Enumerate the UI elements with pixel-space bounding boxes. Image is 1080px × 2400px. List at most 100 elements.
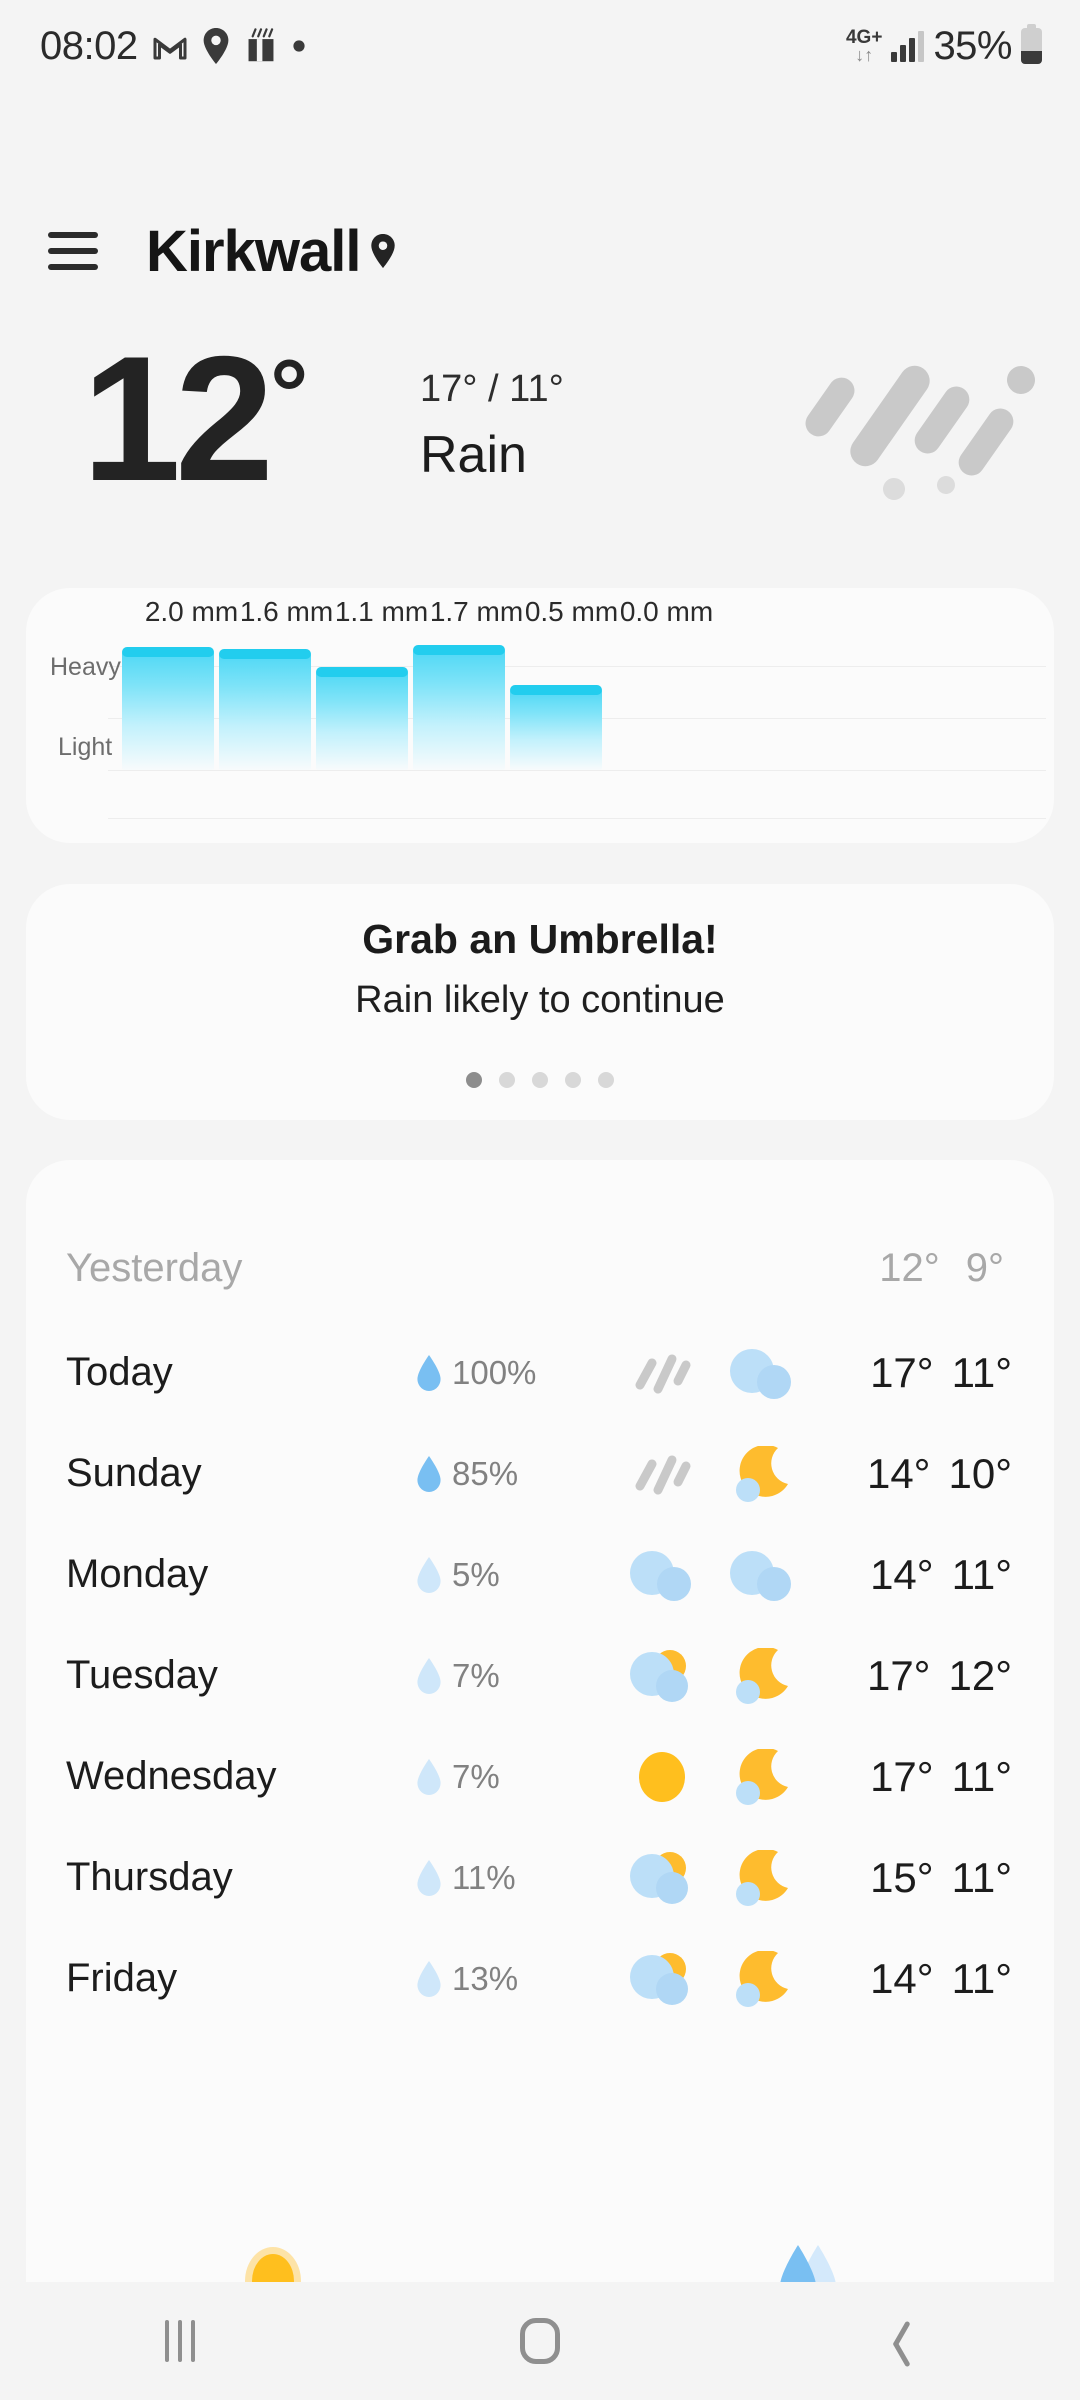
- forecast-high: 14°: [870, 1954, 934, 2002]
- table-row[interactable]: Thursday 11% 15° 11°: [66, 1827, 1014, 1928]
- umbrella-title: Grab an Umbrella!: [362, 916, 718, 962]
- home-button[interactable]: [465, 2282, 615, 2400]
- precip-bar: [510, 685, 602, 770]
- forecast-high: 14°: [866, 1449, 931, 1497]
- back-icon: [887, 2318, 913, 2364]
- forecast-pop: 85%: [416, 1455, 612, 1493]
- forecast-pop: 13%: [416, 1960, 612, 1998]
- chart-axis-label-heavy: Heavy: [50, 653, 121, 681]
- droplet-icon: [416, 1758, 442, 1795]
- forecast-temps: 17° 12°: [812, 1652, 1014, 1700]
- current-high-low: 17° / 11°: [420, 368, 564, 410]
- forecast-day: Today: [66, 1350, 173, 1394]
- cloud-icon: [712, 1347, 812, 1399]
- current-temperature-value: 12: [82, 319, 274, 518]
- forecast-temps: 12° 9°: [812, 1246, 1014, 1291]
- forecast-pop: 5%: [416, 1556, 612, 1594]
- forecast-low: 11°: [951, 1752, 1012, 1800]
- pager-dot[interactable]: [565, 1072, 581, 1088]
- data-arrows-icon: ↓↑: [855, 45, 874, 65]
- sun-cloud-icon: [612, 1648, 712, 1704]
- forecast-low: 11°: [951, 1550, 1012, 1598]
- table-row[interactable]: Wednesday 7% 17° 11°: [66, 1726, 1014, 1827]
- page-title: Kirkwall: [146, 218, 361, 284]
- droplet-icon: [416, 1455, 442, 1492]
- table-row[interactable]: Yesterday 12° 9°: [66, 1214, 1014, 1322]
- droplet-icon: [416, 1354, 442, 1391]
- moon-cloud-icon: [712, 1950, 812, 2007]
- back-button[interactable]: [825, 2282, 975, 2400]
- droplet-icon: [416, 1960, 442, 1997]
- table-row[interactable]: Friday 13% 14° 11°: [66, 1928, 1014, 2029]
- hamburger-menu-icon[interactable]: [48, 228, 98, 274]
- moon-cloud-icon: [712, 1748, 812, 1805]
- location-pin-icon: [202, 28, 230, 64]
- pop-value: 7%: [452, 1757, 500, 1795]
- home-icon: [520, 2318, 560, 2364]
- forecast-temps: 15° 11°: [812, 1854, 1014, 1902]
- forecast-pop: 11%: [416, 1859, 612, 1897]
- forecast-day: Thursday: [66, 1855, 233, 1899]
- dot-icon: [292, 39, 306, 53]
- pager-dot[interactable]: [598, 1072, 614, 1088]
- table-row[interactable]: Monday 5% 14° 11°: [66, 1524, 1014, 1625]
- droplet-icon: [416, 1657, 442, 1694]
- droplet-icon: [416, 1859, 442, 1896]
- status-bar-right: 4G+ ↓↑ 35%: [846, 24, 1042, 69]
- pager-dot[interactable]: [466, 1072, 482, 1088]
- table-row[interactable]: Today 100% 17° 11°: [66, 1322, 1014, 1423]
- umbrella-advice-card[interactable]: Grab an Umbrella! Rain likely to continu…: [26, 884, 1054, 1120]
- forecast-low: 10°: [948, 1449, 1012, 1497]
- rain-icon: [612, 1446, 712, 1502]
- forecast-day: Sunday: [66, 1451, 202, 1495]
- forecast-low: 11°: [951, 1348, 1012, 1396]
- recents-button[interactable]: [105, 2282, 255, 2400]
- forecast-day: Friday: [66, 1956, 178, 2000]
- gmail-icon: [152, 31, 188, 61]
- pop-value: 7%: [452, 1656, 500, 1694]
- precip-bar: [413, 645, 505, 770]
- pop-value: 13%: [452, 1959, 519, 1997]
- pop-value: 85%: [452, 1454, 519, 1492]
- current-condition: Rain: [420, 426, 527, 484]
- table-row[interactable]: Tuesday 7% 17° 12°: [66, 1625, 1014, 1726]
- forecast-temps: 14° 10°: [812, 1450, 1014, 1498]
- forecast-day: Yesterday: [66, 1245, 243, 1290]
- pager-dot[interactable]: [499, 1072, 515, 1088]
- daily-forecast-card: Yesterday 12° 9° Today 100% 17° 11° Sund…: [26, 1160, 1054, 2300]
- rain-streaks-icon: [765, 350, 1041, 505]
- precip-bar: [122, 647, 214, 770]
- moon-cloud-icon: [712, 1647, 812, 1704]
- forecast-low: 11°: [951, 1954, 1012, 2002]
- carousel-pager[interactable]: [466, 1072, 614, 1088]
- forecast-high: 17°: [870, 1752, 934, 1800]
- precip-bar: [316, 667, 408, 770]
- current-summary: 17° / 11° Rain: [420, 368, 564, 485]
- signal-bars-icon: [891, 30, 925, 62]
- city-selector[interactable]: Kirkwall: [146, 218, 396, 285]
- table-row[interactable]: Sunday 85% 14° 10°: [66, 1423, 1014, 1524]
- moon-cloud-icon: [712, 1445, 812, 1502]
- network-type-icon: 4G+ ↓↑: [845, 27, 883, 65]
- forecast-high: 15°: [870, 1853, 934, 1901]
- sun-cloud-icon: [612, 1850, 712, 1906]
- forecast-low: 12°: [948, 1651, 1012, 1699]
- status-bar-left: 08:02: [40, 24, 306, 69]
- recents-icon: [165, 2320, 195, 2362]
- sun-cloud-icon: [612, 1951, 712, 2007]
- app-header: Kirkwall: [0, 196, 1080, 306]
- forecast-low: 11°: [951, 1853, 1012, 1901]
- precipitation-chart-card[interactable]: 2.0 mm 1.6 mm 1.1 mm 1.7 mm 0.5 mm 0.0 m…: [26, 588, 1054, 843]
- forecast-high: 17°: [870, 1348, 934, 1396]
- pager-dot[interactable]: [532, 1072, 548, 1088]
- forecast-temps: 17° 11°: [812, 1753, 1014, 1801]
- degree-symbol: °: [270, 339, 309, 447]
- rain-icon: [612, 1345, 712, 1401]
- droplet-icon: [416, 1556, 442, 1593]
- cloud-icon: [612, 1549, 712, 1601]
- android-nav-bar: [0, 2282, 1080, 2400]
- precipitation-bars: [122, 610, 1042, 830]
- battery-percent: 35%: [933, 23, 1012, 68]
- pop-value: 5%: [452, 1555, 500, 1593]
- moon-cloud-icon: [712, 1849, 812, 1906]
